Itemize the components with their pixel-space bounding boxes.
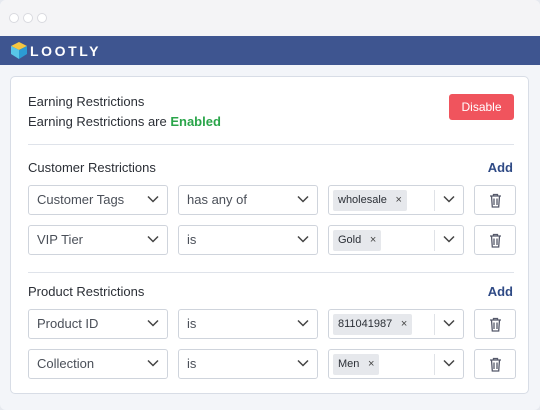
field-select[interactable]: Customer Tags [28,185,168,215]
value-tag: 811041987 × [333,314,413,335]
customer-restriction-row: Customer Tags has any of wholesale × [28,185,516,215]
status-value: Enabled [170,114,221,129]
chevron-down-icon [443,359,455,367]
value-multiselect[interactable]: 811041987 × [328,309,464,339]
delete-row-button[interactable] [474,225,516,255]
chevron-down-icon [297,235,309,243]
operator-select[interactable]: is [178,225,318,255]
disable-button[interactable]: Disable [449,94,514,120]
chevron-down-icon [297,319,309,327]
delete-row-button[interactable] [474,349,516,379]
lootly-logo-icon [11,42,27,59]
operator-select-value: is [187,316,197,331]
chevron-down-icon [443,319,455,327]
value-tag-label: wholesale [338,194,387,206]
field-select[interactable]: Collection [28,349,168,379]
value-tag-label: 811041987 [338,318,393,330]
field-select-value: Customer Tags [37,192,125,207]
window-close-dot[interactable] [9,13,19,23]
product-restrictions-title: Product Restrictions [28,284,145,299]
window-maximize-dot[interactable] [37,13,47,23]
trash-icon [490,317,501,332]
select-separator [434,314,435,335]
brand-name: LOOTLY [30,43,102,59]
operator-select[interactable]: is [178,349,318,379]
chevron-down-icon [147,195,159,203]
value-tag-label: Men [338,358,360,370]
delete-row-button[interactable] [474,309,516,339]
trash-icon [490,233,501,248]
select-separator [434,190,435,211]
remove-tag-icon[interactable]: × [368,354,374,375]
product-restriction-row: Collection is Men × [28,349,516,379]
operator-select-value: has any of [187,192,247,207]
restrictions-card: Earning Restrictions Earning Restriction… [10,76,529,394]
field-select-value: VIP Tier [37,232,84,247]
remove-tag-icon[interactable]: × [401,314,407,335]
product-restriction-row: Product ID is 811041987 × [28,309,516,339]
remove-tag-icon[interactable]: × [370,230,376,251]
operator-select[interactable]: is [178,309,318,339]
window-minimize-dot[interactable] [23,13,33,23]
window-titlebar [0,0,540,36]
value-multiselect[interactable]: Gold × [328,225,464,255]
status-prefix: Earning Restrictions are [28,114,171,129]
chevron-down-icon [443,235,455,243]
field-select[interactable]: Product ID [28,309,168,339]
chevron-down-icon [297,195,309,203]
chevron-down-icon [147,319,159,327]
operator-select[interactable]: has any of [178,185,318,215]
trash-icon [490,193,501,208]
earning-restrictions-title: Earning Restrictions [28,94,145,109]
value-tag-label: Gold [338,234,362,246]
add-customer-restriction-link[interactable]: Add [488,160,513,175]
browser-window: LOOTLY Earning Restrictions Earning Rest… [0,0,540,410]
select-separator [434,230,435,251]
customer-restriction-row: VIP Tier is Gold × [28,225,516,255]
field-select-value: Product ID [37,316,99,331]
operator-select-value: is [187,356,197,371]
section-divider [28,144,514,145]
value-multiselect[interactable]: Men × [328,349,464,379]
field-select-value: Collection [37,356,95,371]
value-tag: wholesale × [333,190,407,211]
chevron-down-icon [147,235,159,243]
earning-restrictions-status: Earning Restrictions are Enabled [28,114,221,129]
delete-row-button[interactable] [474,185,516,215]
value-tag: Gold × [333,230,382,251]
chevron-down-icon [443,195,455,203]
app-header: LOOTLY [0,36,540,65]
remove-tag-icon[interactable]: × [395,190,401,211]
trash-icon [490,357,501,372]
value-tag: Men × [333,354,380,375]
chevron-down-icon [147,359,159,367]
customer-restrictions-title: Customer Restrictions [28,160,156,175]
section-divider [28,272,514,273]
value-multiselect[interactable]: wholesale × [328,185,464,215]
select-separator [434,354,435,375]
chevron-down-icon [297,359,309,367]
field-select[interactable]: VIP Tier [28,225,168,255]
operator-select-value: is [187,232,197,247]
add-product-restriction-link[interactable]: Add [488,284,513,299]
